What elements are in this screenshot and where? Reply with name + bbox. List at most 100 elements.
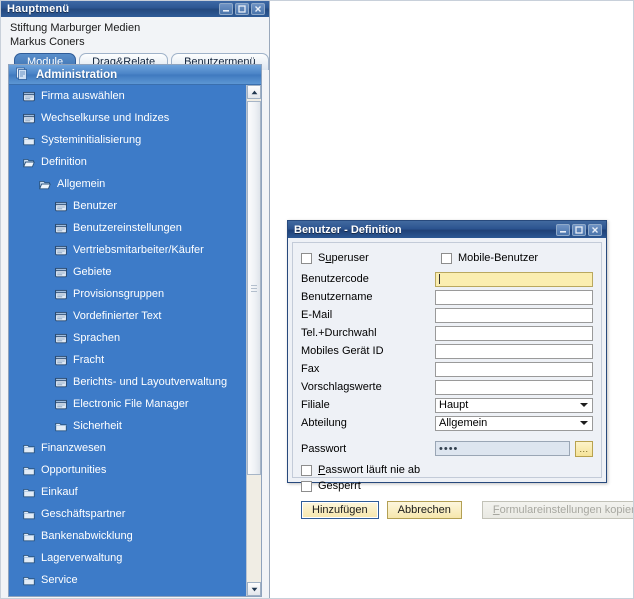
dialog-title: Benutzer - Definition [294,223,402,236]
select-abteilung[interactable]: Allgemein [435,415,593,431]
tree-item-label: Fracht [73,354,105,366]
window-icon [55,289,67,300]
cancel-button[interactable]: Abbrechen [386,501,462,519]
tree-item[interactable]: Berichts- und Layoutverwaltung [9,371,246,393]
input-vorschlagswerte[interactable] [435,379,593,395]
tree-item[interactable]: Vertriebsmitarbeiter/Käufer [9,239,246,261]
chevron-down-icon[interactable] [580,403,588,407]
checkbox-gesperrt-label: Gesperrt [318,480,361,492]
password-label: Passwort [301,442,347,455]
input-tel-durchwahl[interactable] [435,325,593,341]
tree-item-label: Lagerverwaltung [41,552,123,564]
checkbox-superuser[interactable]: Superuser [301,252,441,264]
folder-icon [23,135,35,146]
tree-item[interactable]: Bankenabwicklung [9,525,246,547]
tree-header-administration[interactable]: Administration [9,65,261,85]
tree-item[interactable]: Definition [9,151,246,173]
checkbox-passwort-laeuft-nie-ab[interactable]: Passwort läuft nie ab [301,462,593,478]
organization-block: Stiftung Marburger Medien Markus Coners [0,17,269,51]
tree-item[interactable]: Opportunities [9,459,246,481]
checkbox-mobile-benutzer-label: Mobile-Benutzer [458,252,539,264]
window-icon [55,355,67,366]
password-input[interactable]: •••• [435,441,570,456]
window-icon [55,311,67,322]
tree-item[interactable]: Fracht [9,349,246,371]
input-e-mail[interactable] [435,307,593,323]
input-benutzercode[interactable] [435,271,593,287]
tree-item[interactable]: Lagerverwaltung [9,547,246,569]
window-icon [55,223,67,234]
benutzer-definition-dialog: Benutzer - Definition Superuser Mobile-B… [287,220,634,519]
dialog-button-row: Hinzufügen Abbrechen Formulareinstellung… [301,501,634,519]
maximize-icon[interactable] [235,2,249,15]
close-icon[interactable] [251,2,265,15]
fields-container: Benutzercode Benutzername E-Mail Tel.+Durch… [301,271,593,431]
field-label: Tel.+Durchwahl [301,327,377,339]
dialog-minimize-icon[interactable] [556,223,570,236]
tree-item[interactable]: Electronic File Manager [9,393,246,415]
tree-item-label: Definition [41,156,87,168]
input-mobiles-ger-t-id[interactable] [435,343,593,359]
scroll-up-arrow-icon[interactable] [247,85,261,99]
checkbox-passwort-laeuft-nie-ab-box[interactable] [301,464,312,476]
folder-icon [23,509,35,520]
checkbox-gesperrt[interactable]: Gesperrt [301,478,593,494]
dialog-maximize-icon[interactable] [572,223,586,236]
text-caret [439,274,440,284]
select-value: Haupt [439,399,469,411]
tree-item-label: Geschäftspartner [41,508,126,520]
field-row: Benutzercode [301,271,593,287]
dialog-window-controls [556,223,604,236]
checkbox-superuser-label: Superuser [318,252,369,264]
dialog-close-icon[interactable] [588,223,602,236]
folder-icon [23,531,35,542]
tree-item-label: Vordefinierter Text [73,310,162,322]
checkbox-mobile-benutzer-box[interactable] [441,252,452,264]
tree-item[interactable]: Wechselkurse und Indizes [9,107,246,129]
password-browse-button[interactable]: ... [575,440,593,457]
scrollbar-grip-icon [251,283,257,294]
scroll-down-arrow-icon[interactable] [247,582,261,596]
tree-item[interactable]: Systeminitialisierung [9,129,246,151]
tree-item[interactable]: Firma auswählen [9,85,246,107]
add-button[interactable]: Hinzufügen [301,501,379,519]
checkbox-gesperrt-box[interactable] [301,480,312,492]
main-window-titlebar[interactable]: Hauptmenü [0,0,269,17]
field-label: Fax [301,363,320,375]
tree-item[interactable]: Provisionsgruppen [9,283,246,305]
tree-item[interactable]: Vordefinierter Text [9,305,246,327]
field-row: Filiale Haupt [301,397,593,413]
field-row: Vorschlagswerte [301,379,593,395]
chevron-down-icon[interactable] [580,421,588,425]
tree-item[interactable]: Einkauf [9,481,246,503]
tree-item[interactable]: Finanzwesen [9,437,246,459]
tree-item[interactable]: Sprachen [9,327,246,349]
tree-item[interactable]: Geschäftspartner [9,503,246,525]
scrollbar-thumb[interactable] [247,101,261,475]
tree-item[interactable]: Allgemein [9,173,246,195]
dialog-titlebar[interactable]: Benutzer - Definition [288,221,606,238]
tree-item[interactable]: Service [9,569,246,591]
window-icon [55,377,67,388]
tree-scrollbar[interactable] [246,85,261,596]
tree-item-label: Electronic File Manager [73,398,189,410]
tree-item[interactable]: Benutzer [9,195,246,217]
tree-item[interactable]: Sicherheit [9,415,246,437]
checkbox-mobile-benutzer[interactable]: Mobile-Benutzer [441,252,538,264]
select-value: Allgemein [439,417,488,429]
tree-item[interactable]: Benutzereinstellungen [9,217,246,239]
input-benutzername[interactable] [435,289,593,305]
folder-icon [23,465,35,476]
tree-item[interactable]: Gebiete [9,261,246,283]
window-icon [23,91,35,102]
organization-name: Stiftung Marburger Medien [10,22,141,34]
window-icon [55,267,67,278]
input-fax[interactable] [435,361,593,377]
minimize-icon[interactable] [219,2,233,15]
tree-item-label: Sprachen [73,332,121,344]
window-icon [23,113,35,124]
module-icon [15,67,28,83]
select-filiale[interactable]: Haupt [435,397,593,413]
folder-icon [23,575,35,586]
checkbox-superuser-box[interactable] [301,252,312,264]
